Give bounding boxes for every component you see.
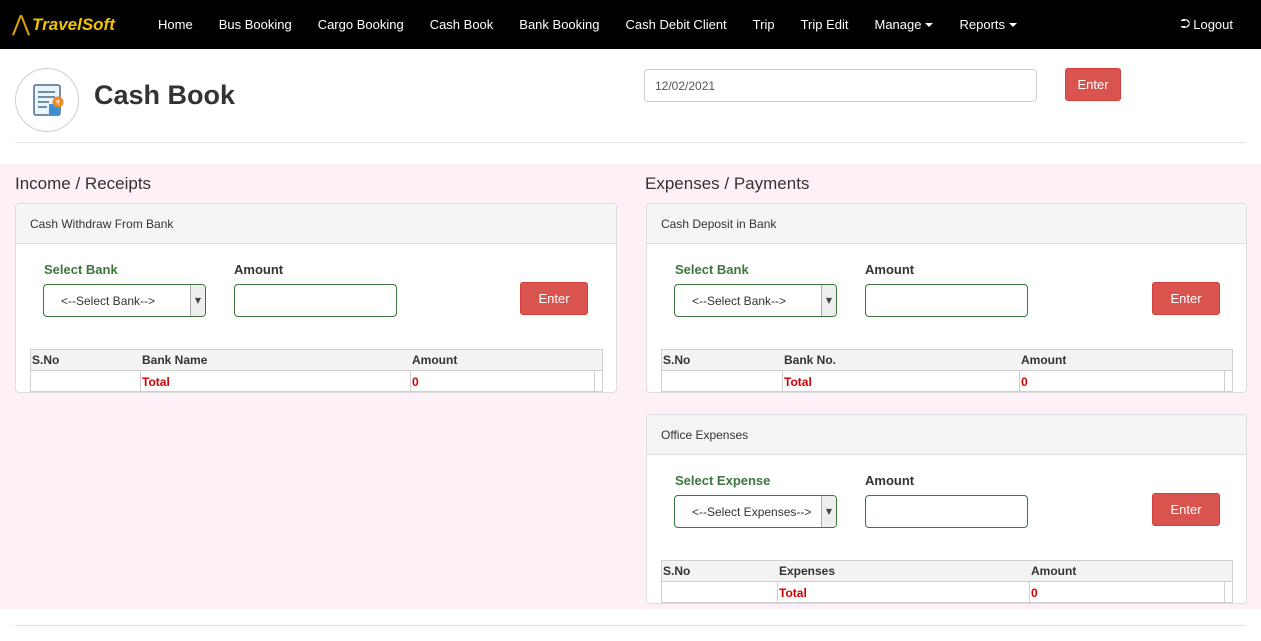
nav-label: Trip xyxy=(752,17,775,32)
panel-heading: Office Expenses xyxy=(647,415,1246,455)
nav-label: Reports xyxy=(959,17,1006,32)
cell-divider xyxy=(410,371,411,393)
cash-book-icon: ₹ xyxy=(15,68,79,132)
nav-item-manage[interactable]: Manage xyxy=(862,0,947,49)
cell-divider xyxy=(1224,371,1225,393)
date-input[interactable] xyxy=(644,69,1037,102)
deposit-table: S.No Bank No. Amount Total 0 xyxy=(661,349,1233,393)
nav-menu: Home Bus Booking Cargo Booking Cash Book… xyxy=(145,0,1030,49)
nav-label: Cash Debit Client xyxy=(625,17,727,32)
amount-input[interactable] xyxy=(234,284,397,317)
nav-item-reports[interactable]: Reports xyxy=(946,0,1030,49)
column-header-expenses: Expenses xyxy=(779,564,836,578)
nav-label: Bank Booking xyxy=(519,17,600,32)
column-header-amount: Amount xyxy=(1021,353,1067,367)
nav-label: Trip Edit xyxy=(800,17,849,32)
footer-divider xyxy=(15,625,1246,626)
nav-label: Cargo Booking xyxy=(317,17,404,32)
expense-select[interactable]: <--Select Expenses--> ▼ xyxy=(674,495,837,528)
logout-link[interactable]: ⮊ Logout xyxy=(1180,0,1233,49)
cell-divider xyxy=(782,371,783,393)
expense-select-value: <--Select Expenses--> xyxy=(692,504,812,519)
withdraw-enter-button[interactable]: Enter xyxy=(520,282,588,315)
nav-item-cash-debit-client[interactable]: Cash Debit Client xyxy=(613,0,740,49)
table-total-row: Total 0 xyxy=(31,371,602,393)
nav-label: Cash Book xyxy=(429,17,494,32)
select-bank-label: Select Bank xyxy=(44,262,118,277)
total-amount: 0 xyxy=(1021,375,1028,389)
column-header-amount: Amount xyxy=(1031,564,1077,578)
income-section-title: Income / Receipts xyxy=(15,174,152,193)
amount-input[interactable] xyxy=(865,284,1028,317)
table-total-row: Total 0 xyxy=(662,582,1232,604)
nav-item-cargo-booking[interactable]: Cargo Booking xyxy=(305,0,417,49)
deposit-enter-button[interactable]: Enter xyxy=(1152,282,1220,315)
page-title: Cash Book xyxy=(94,80,236,110)
nav-label: Manage xyxy=(874,17,922,32)
column-header-amount: Amount xyxy=(412,353,458,367)
top-navbar: ⋀ TravelSoft Home Bus Booking Cargo Book… xyxy=(0,0,1261,49)
caret-down-icon xyxy=(925,22,934,27)
nav-item-bus-booking[interactable]: Bus Booking xyxy=(206,0,305,49)
header-divider xyxy=(15,142,1246,143)
cash-deposit-panel: Cash Deposit in Bank Select Bank Amount … xyxy=(646,203,1247,393)
logout-label: Logout xyxy=(1193,17,1233,32)
cell-divider xyxy=(140,371,141,393)
select-bank-label: Select Bank xyxy=(675,262,749,277)
chevron-down-icon: ▼ xyxy=(821,285,836,316)
brand-logo[interactable]: ⋀ TravelSoft xyxy=(12,11,130,37)
column-header-bank-no: Bank No. xyxy=(784,353,837,367)
amount-label: Amount xyxy=(865,473,915,488)
bank-select[interactable]: <--Select Bank--> ▼ xyxy=(674,284,837,317)
column-header-sno: S.No xyxy=(663,353,691,367)
amount-label: Amount xyxy=(865,262,915,277)
cash-withdraw-panel: Cash Withdraw From Bank Select Bank Amou… xyxy=(15,203,617,393)
expense-enter-button[interactable]: Enter xyxy=(1152,493,1220,526)
office-expenses-table: S.No Expenses Amount Total 0 xyxy=(661,560,1233,604)
column-header-sno: S.No xyxy=(32,353,60,367)
caret-down-icon xyxy=(1009,22,1018,27)
table-header: S.No Bank No. Amount xyxy=(662,350,1232,371)
amount-label: Amount xyxy=(234,262,284,277)
nav-item-bank-booking[interactable]: Bank Booking xyxy=(506,0,612,49)
total-label: Total xyxy=(142,375,170,389)
chevron-down-icon: ▼ xyxy=(190,285,205,316)
cell-divider xyxy=(777,582,778,604)
nav-item-trip-edit[interactable]: Trip Edit xyxy=(788,0,862,49)
total-label: Total xyxy=(784,375,812,389)
expenses-section-title: Expenses / Payments xyxy=(645,174,810,193)
bank-select-value: <--Select Bank--> xyxy=(692,293,787,308)
nav-item-cash-book[interactable]: Cash Book xyxy=(417,0,507,49)
svg-text:₹: ₹ xyxy=(56,99,61,107)
brand-name: TravelSoft xyxy=(32,14,115,34)
column-header-bank-name: Bank Name xyxy=(142,353,208,367)
nav-item-home[interactable]: Home xyxy=(145,0,206,49)
nav-item-trip[interactable]: Trip xyxy=(740,0,788,49)
nav-label: Bus Booking xyxy=(218,17,292,32)
select-expense-label: Select Expense xyxy=(675,473,771,488)
panel-heading: Cash Withdraw From Bank xyxy=(16,204,616,244)
amount-input[interactable] xyxy=(865,495,1028,528)
table-header: S.No Bank Name Amount xyxy=(31,350,602,371)
cell-divider xyxy=(594,371,595,393)
table-header: S.No Expenses Amount xyxy=(662,561,1232,582)
office-expenses-panel: Office Expenses Select Expense Amount <-… xyxy=(646,414,1247,604)
chevron-down-icon: ▼ xyxy=(821,496,836,527)
table-total-row: Total 0 xyxy=(662,371,1232,393)
date-enter-button[interactable]: Enter xyxy=(1065,68,1121,101)
cell-divider xyxy=(1224,582,1225,604)
panel-heading: Cash Deposit in Bank xyxy=(647,204,1246,244)
cell-divider xyxy=(1029,582,1030,604)
total-label: Total xyxy=(779,586,807,600)
total-amount: 0 xyxy=(412,375,419,389)
total-amount: 0 xyxy=(1031,586,1038,600)
brand-mark-icon: ⋀ xyxy=(12,11,31,37)
logout-icon: ⮊ xyxy=(1180,17,1191,32)
bank-select[interactable]: <--Select Bank--> ▼ xyxy=(43,284,206,317)
nav-label: Home xyxy=(158,17,193,32)
column-header-sno: S.No xyxy=(663,564,691,578)
withdraw-table: S.No Bank Name Amount Total 0 xyxy=(30,349,603,393)
cell-divider xyxy=(1019,371,1020,393)
bank-select-value: <--Select Bank--> xyxy=(61,293,156,308)
